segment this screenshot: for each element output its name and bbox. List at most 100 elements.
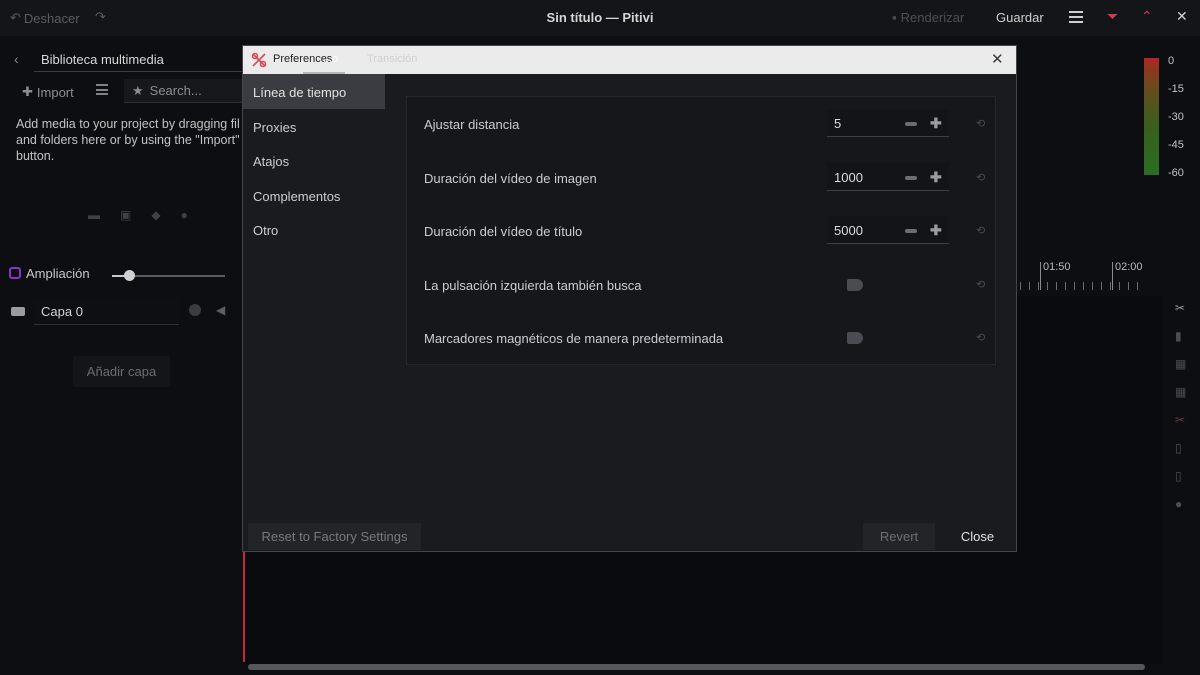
clip-properties-icon[interactable]: ▣: [120, 208, 131, 222]
setting-row-title-duration: Duración del vídeo de título 5000 ✚ ⟲: [407, 204, 995, 258]
video-camera-icon: [11, 307, 25, 316]
setting-row-magnetic-markers: Marcadores magnéticos de manera predeter…: [407, 311, 995, 365]
meter-label: 0: [1168, 55, 1175, 67]
plus-icon[interactable]: ✚: [930, 115, 942, 132]
setting-label: La pulsación izquierda también busca: [424, 277, 642, 293]
setting-row-left-click-seeks: La pulsación izquierda también busca ⟲: [407, 258, 995, 312]
render-icon: ▪: [892, 10, 897, 25]
image-duration-spinbutton[interactable]: 1000 ✚: [827, 162, 949, 191]
revert-button[interactable]: Revert: [863, 523, 935, 550]
layer-name-field[interactable]: Capa 0: [34, 299, 179, 325]
dialog-titlebar: Preferences ...o Transición ✕: [243, 46, 1016, 74]
preferences-sidebar: Línea de tiempo Proxies Atajos Complemen…: [243, 74, 385, 247]
header-bar: ↶ Deshacer ↷ Sin título — Pitivi ▪ Rende…: [0, 0, 1200, 36]
reset-setting-icon[interactable]: ⟲: [976, 117, 985, 130]
zoom-label: Ampliación: [26, 266, 90, 281]
meter-label: -30: [1168, 111, 1184, 123]
ungroup-icon[interactable]: ▦: [1175, 386, 1187, 398]
audio-level-meter: [1144, 58, 1159, 175]
meter-label: -60: [1168, 167, 1184, 179]
pitivi-logo-icon: [251, 52, 267, 68]
import-button[interactable]: ✚ Import: [22, 84, 74, 100]
library-hint: Add media to your project by dragging fi…: [16, 116, 244, 164]
sidebar-item-plugins[interactable]: Complementos: [243, 178, 385, 213]
list-view-icon[interactable]: [96, 84, 108, 95]
maximize-icon[interactable]: ⌃: [1141, 8, 1153, 25]
redo-icon[interactable]: ↷: [95, 9, 106, 25]
plus-icon: ✚: [22, 84, 33, 99]
undo-button[interactable]: ↶ Deshacer: [10, 10, 80, 26]
split-icon[interactable]: ✂: [1175, 414, 1187, 426]
minus-icon[interactable]: [905, 229, 917, 234]
ruler-tick-label: 01:50: [1043, 261, 1071, 273]
setting-label: Duración del vídeo de título: [424, 224, 583, 240]
ruler-tick: [1040, 262, 1041, 290]
setting-label: Marcadores magnéticos de manera predeter…: [424, 331, 724, 347]
plus-icon[interactable]: ✚: [930, 169, 942, 186]
meter-label: -15: [1168, 83, 1184, 95]
left-click-seeks-switch[interactable]: [847, 278, 863, 291]
snap-distance-spinbutton[interactable]: 5 ✚: [827, 109, 949, 137]
spin-value: 5000: [834, 223, 863, 239]
sidebar-item-shortcuts[interactable]: Atajos: [243, 143, 385, 178]
background-tab-label: Transición: [367, 53, 418, 65]
title-duration-spinbutton[interactable]: 5000 ✚: [827, 216, 949, 245]
ruler-tick: [1112, 262, 1113, 290]
import-label: Import: [36, 84, 74, 100]
reset-setting-icon[interactable]: ⟲: [976, 278, 985, 291]
reset-setting-icon[interactable]: ⟲: [976, 171, 985, 184]
window-close-icon[interactable]: ✕: [1176, 8, 1188, 25]
playhead[interactable]: [243, 550, 245, 662]
minus-icon[interactable]: [905, 122, 917, 126]
copy-icon[interactable]: ▯: [1175, 442, 1187, 454]
spin-value: 1000: [834, 169, 863, 185]
search-icon: ★: [132, 82, 144, 98]
library-toolbar: ▬ ▣ ◆ ●: [88, 208, 188, 222]
insert-icon[interactable]: ●: [181, 208, 188, 222]
setting-label: Ajustar distancia: [424, 117, 520, 132]
hint-line: button.: [16, 149, 55, 163]
undo-icon: ↶: [10, 10, 21, 25]
render-button[interactable]: ▪ Renderizar: [892, 10, 964, 25]
dialog-close-icon[interactable]: ✕: [991, 50, 1004, 68]
group-icon[interactable]: ▦: [1175, 358, 1187, 370]
preferences-dialog: Preferences ...o Transición ✕ Línea de t…: [242, 45, 1017, 552]
minimize-icon[interactable]: ⏷: [1107, 8, 1118, 25]
add-layer-button[interactable]: Añadir capa: [73, 356, 170, 387]
setting-row-image-duration: Duración del vídeo de imagen 1000 ✚ ⟲: [407, 151, 995, 205]
audio-icon[interactable]: ◀: [216, 303, 225, 317]
setting-label: Duración del vídeo de imagen: [424, 170, 597, 186]
magnetic-markers-switch[interactable]: [847, 332, 863, 345]
zoom-icon: [9, 267, 21, 279]
timeline-scrollbar[interactable]: [248, 664, 1145, 670]
delete-icon[interactable]: ▮: [1175, 330, 1187, 342]
plus-icon[interactable]: ✚: [930, 222, 942, 239]
library-title: Biblioteca multimedia: [41, 52, 164, 67]
visibility-icon[interactable]: [189, 304, 201, 316]
timeline-ruler[interactable]: [1020, 282, 1145, 290]
zoom-slider-handle[interactable]: [123, 270, 135, 281]
snapshot-icon[interactable]: ●: [1175, 498, 1187, 510]
meter-label: -45: [1168, 139, 1184, 151]
divider: [34, 71, 244, 72]
search-placeholder: Search...: [149, 83, 202, 98]
hamburger-menu-icon[interactable]: [1069, 11, 1083, 23]
save-button[interactable]: Guardar: [996, 10, 1044, 25]
back-arrow-icon[interactable]: ‹: [14, 51, 19, 67]
search-field[interactable]: ★ Search...: [124, 79, 244, 103]
close-button[interactable]: Close: [950, 523, 1005, 550]
background-tab-label: ...o: [323, 53, 339, 65]
reset-setting-icon[interactable]: ⟲: [976, 224, 985, 237]
minus-icon[interactable]: [905, 175, 917, 180]
scissors-icon[interactable]: ✂: [1175, 302, 1187, 314]
render-label: Renderizar: [900, 10, 965, 25]
sidebar-item-proxies[interactable]: Proxies: [243, 109, 385, 144]
sidebar-item-other[interactable]: Otro: [243, 212, 385, 247]
reset-setting-icon[interactable]: ⟲: [976, 331, 985, 344]
remove-icon[interactable]: ▬: [88, 208, 100, 222]
sidebar-item-timeline[interactable]: Línea de tiempo: [243, 74, 385, 109]
reset-factory-button[interactable]: Reset to Factory Settings: [248, 523, 421, 550]
ruler-tick-label: 02:00: [1115, 261, 1143, 273]
paste-icon[interactable]: ▯: [1175, 470, 1187, 482]
tag-icon[interactable]: ◆: [151, 208, 160, 222]
